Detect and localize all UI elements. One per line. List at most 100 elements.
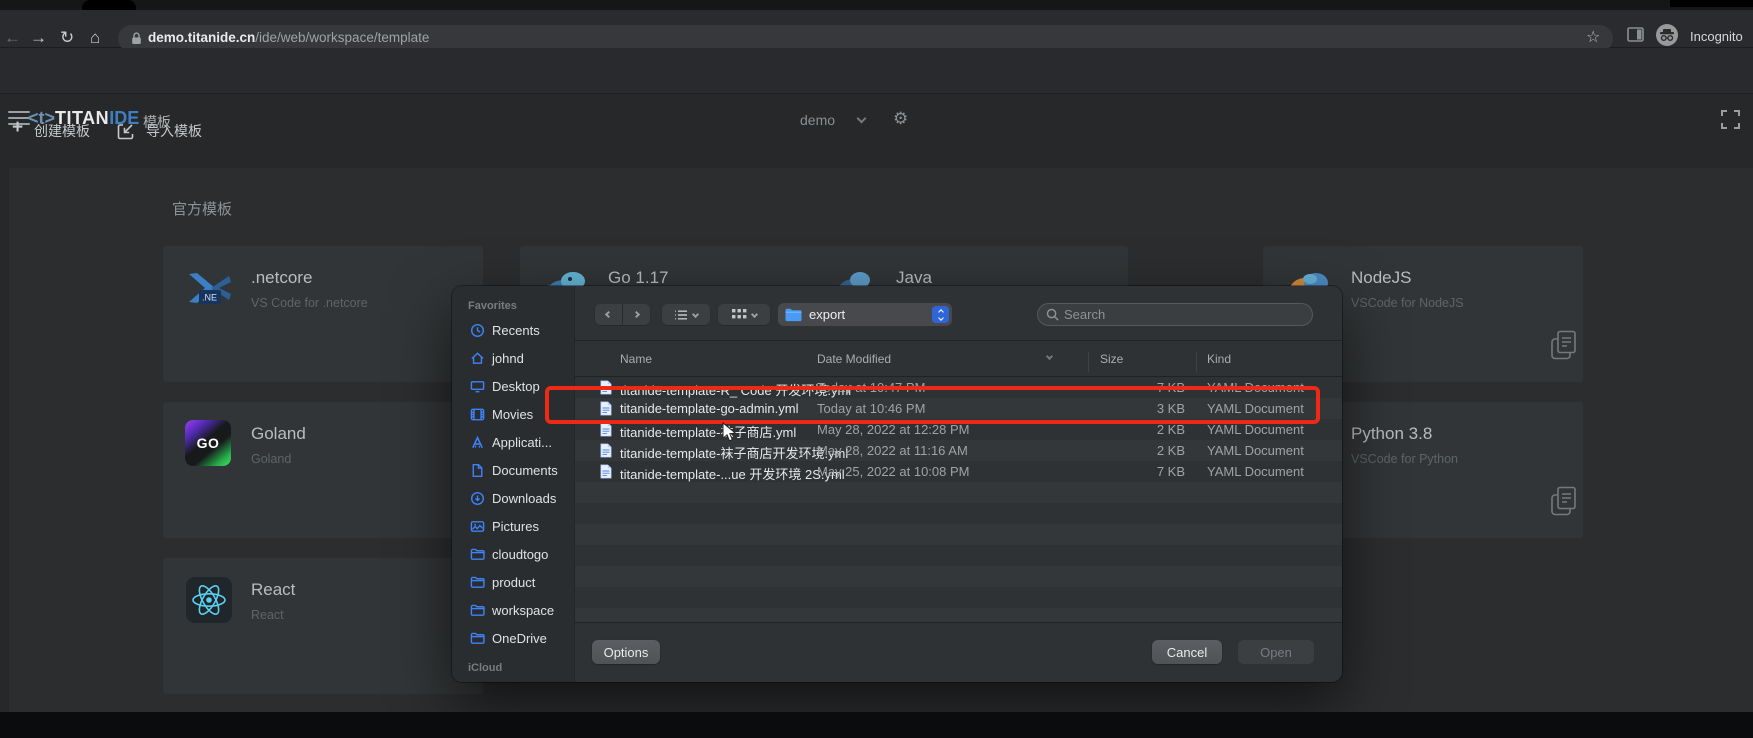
template-card-netcore[interactable]: .NE .netcore VS Code for .netcore — [163, 246, 483, 382]
film-icon — [470, 407, 485, 422]
clock-icon — [470, 323, 485, 338]
card-title: Java — [896, 268, 932, 288]
dialog-bottom-bar: Options Cancel Open — [575, 622, 1342, 682]
duplicate-template-icon[interactable] — [1551, 330, 1577, 360]
url-path: /ide/web/workspace/template — [255, 30, 429, 45]
empty-row-stripes — [575, 482, 1342, 622]
netcore-icon: .NE — [185, 264, 233, 312]
browser-tab[interactable] — [82, 0, 136, 10]
plus-icon[interactable]: + — [12, 117, 23, 139]
app-store-a-icon — [470, 435, 485, 450]
create-template-button[interactable]: 创建模板 — [34, 121, 90, 141]
sidebar-item-recents[interactable]: Recents — [470, 318, 573, 342]
svg-text:.NE: .NE — [202, 293, 217, 303]
chevron-down-icon[interactable] — [857, 114, 867, 124]
card-subtitle: Goland — [251, 452, 291, 466]
card-subtitle: VSCode for Python — [1351, 452, 1458, 466]
sidebar-item-pictures[interactable]: Pictures — [470, 514, 573, 538]
reload-icon[interactable]: ↻ — [60, 26, 74, 50]
location-dropdown[interactable]: export — [778, 303, 952, 326]
template-card-goland[interactable]: GO Goland Goland — [163, 402, 483, 538]
yaml-file-icon — [600, 422, 612, 437]
favorites-header: Favorites — [468, 300, 517, 312]
url-text: demo.titanide.cn/ide/web/workspace/templ… — [148, 30, 429, 45]
workspace-selector[interactable]: demo — [800, 112, 835, 128]
sidebar-item-downloads[interactable]: Downloads — [470, 486, 573, 510]
folder-icon — [470, 631, 485, 646]
cancel-button[interactable]: Cancel — [1152, 640, 1222, 664]
sidebar-item-cloudtogo[interactable]: cloudtogo — [470, 542, 573, 566]
sidebar-item-applications[interactable]: Applicati... — [470, 430, 573, 454]
sort-chevron-icon — [1046, 353, 1053, 360]
incognito-avatar-icon[interactable] — [1656, 24, 1678, 46]
card-title: Python 3.8 — [1351, 424, 1432, 444]
mouse-cursor — [722, 422, 737, 443]
file-row[interactable]: titanide-template-...ue 开发环境 2S.ymlMay 2… — [575, 461, 1342, 482]
card-title: NodeJS — [1351, 268, 1411, 288]
list-view-icon — [674, 310, 688, 320]
folder-icon — [785, 308, 802, 322]
sidebar-item-johnd[interactable]: johnd — [470, 346, 573, 370]
import-icon[interactable] — [116, 122, 135, 141]
yaml-file-icon — [600, 443, 612, 458]
list-view-dropdown[interactable] — [662, 304, 710, 325]
home-icon — [470, 351, 485, 366]
column-date-modified[interactable]: Date Modified — [817, 352, 891, 366]
column-name[interactable]: Name — [620, 352, 652, 366]
card-title: Goland — [251, 424, 306, 444]
column-header-row: Name Date Modified Size Kind — [575, 340, 1342, 377]
file-open-dialog: Favorites Recents johnd Desktop Movies A… — [452, 286, 1342, 682]
yaml-file-icon — [600, 464, 612, 479]
screen: { "browser": { "url_host": "demo.titanid… — [0, 0, 1753, 738]
section-title: 官方模板 — [172, 198, 232, 219]
column-kind[interactable]: Kind — [1207, 352, 1231, 366]
browser-tab-partial — [1670, 0, 1753, 7]
icloud-header: iCloud — [468, 662, 502, 674]
download-circle-icon — [470, 491, 485, 506]
location-stepper[interactable] — [932, 306, 949, 323]
fullscreen-icon[interactable] — [1720, 109, 1741, 130]
dialog-forward-button[interactable] — [623, 304, 650, 325]
bookmark-star-icon[interactable]: ☆ — [1586, 27, 1600, 47]
gear-icon[interactable]: ⚙ — [893, 109, 908, 129]
sidebar-item-workspace[interactable]: workspace — [470, 598, 573, 622]
search-field[interactable] — [1037, 303, 1313, 326]
column-size[interactable]: Size — [1100, 352, 1123, 366]
sidebar-item-documents[interactable]: Documents — [470, 458, 573, 482]
side-panel-icon[interactable] — [1627, 27, 1644, 42]
incognito-label: Incognito — [1690, 29, 1743, 44]
browser-toolbar: ← → ↻ ⌂ demo.titanide.cn/ide/web/workspa… — [0, 10, 1753, 48]
search-input[interactable] — [1064, 307, 1284, 322]
options-button[interactable]: Options — [592, 640, 660, 664]
grid-view-dropdown[interactable] — [718, 304, 770, 325]
forward-icon[interactable]: → — [30, 26, 47, 50]
bottom-strip — [0, 712, 1753, 738]
template-card-react[interactable]: React React — [163, 558, 483, 694]
url-host: demo.titanide.cn — [148, 30, 255, 45]
open-button[interactable]: Open — [1238, 640, 1314, 664]
search-icon — [1046, 308, 1059, 321]
location-label: export — [809, 307, 925, 322]
folder-icon — [470, 575, 485, 590]
app-header: <t>TITANIDE 模板 demo ⚙ — [0, 48, 1753, 94]
duplicate-template-icon[interactable] — [1551, 486, 1577, 516]
desktop-icon — [470, 379, 485, 394]
card-subtitle: VSCode for NodeJS — [1351, 296, 1464, 310]
picture-icon — [470, 519, 485, 534]
document-icon — [470, 463, 485, 478]
dialog-sidebar: Favorites Recents johnd Desktop Movies A… — [452, 286, 575, 682]
lock-icon — [131, 32, 142, 45]
highlight-rectangle — [545, 386, 1320, 424]
folder-icon — [470, 547, 485, 562]
grid-view-icon — [732, 309, 747, 320]
browser-tab-strip — [0, 0, 1753, 10]
file-row[interactable]: titanide-template-袜子商店开发环境.ymlMay 28, 20… — [575, 440, 1342, 461]
home-icon[interactable]: ⌂ — [90, 26, 100, 50]
dialog-back-button[interactable] — [595, 304, 622, 325]
sidebar-item-product[interactable]: product — [470, 570, 573, 594]
card-title: .netcore — [251, 268, 312, 288]
folder-icon — [470, 603, 485, 618]
sidebar-item-onedrive[interactable]: OneDrive — [470, 626, 573, 650]
import-template-button[interactable]: 导入模板 — [146, 121, 202, 141]
back-icon[interactable]: ← — [4, 26, 21, 50]
